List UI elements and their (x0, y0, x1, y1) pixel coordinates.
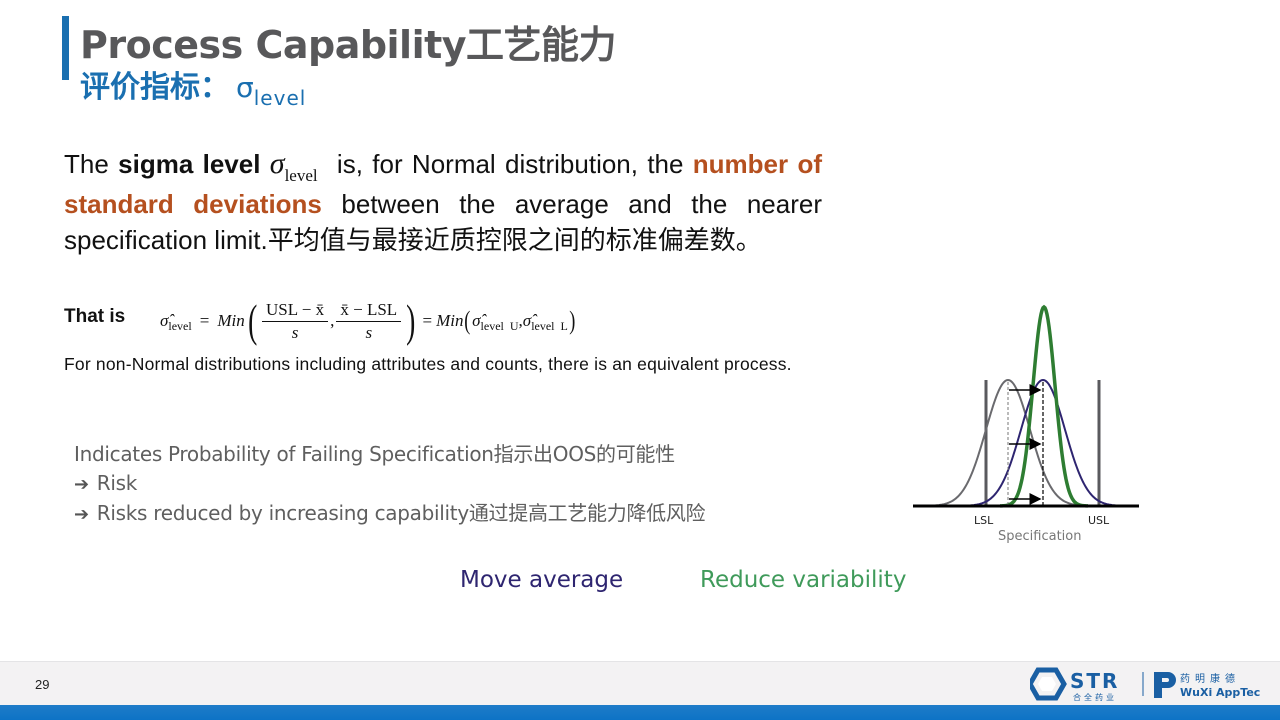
wuxi-logo-mark-icon (1154, 672, 1176, 698)
formula-term-u-sub: level U (480, 318, 519, 333)
close-paren-2: ) (569, 306, 576, 335)
formula-term-l-sub: level L (531, 318, 568, 333)
wuxi-logo-cn: 药明康德 (1180, 672, 1240, 685)
bullet-risk: ➔ Risk (74, 469, 705, 499)
open-paren-2: ( (464, 306, 471, 335)
sigma-level-term: sigma level (118, 149, 261, 179)
formula-lhs: σ̂ (160, 311, 169, 330)
title-accent-bar (62, 16, 69, 80)
sigma-subscript-inline: level (284, 166, 318, 185)
arrow-right-icon: ➔ (74, 504, 89, 525)
str-logo-subtext: 合全药业 (1073, 692, 1117, 702)
risk-bullets: Indicates Probability of Failing Specifi… (74, 440, 706, 529)
definition-text-1: The (64, 149, 119, 179)
subtitle-prefix: 评价指标： (80, 70, 230, 105)
formula-equals-2: = (422, 311, 433, 330)
formula-lhs-sub: level (168, 318, 192, 333)
formula-min-2: Min (436, 311, 464, 330)
usl-label: USL (1088, 514, 1110, 527)
comma: , (330, 311, 335, 330)
sigma-symbol: σ (236, 71, 254, 104)
close-paren: ) (406, 295, 416, 346)
page-title: Process Capability工艺能力 (80, 23, 617, 67)
capability-diagram: LSL USL Specification (913, 304, 1139, 544)
bullet-risk-reduced: ➔ Risks reduced by increasing capability通… (74, 499, 706, 529)
definition-paragraph: The sigma level σlevel is, for Normal di… (64, 146, 822, 258)
wuxi-logo-en: WuXi AppTec (1180, 686, 1260, 699)
fraction-lower: x̄ − LSL s (336, 300, 402, 343)
formula-min: Min (217, 311, 245, 330)
non-normal-note: For non-Normal distributions including a… (64, 354, 792, 374)
sigma-level-formula: σ̂ level = Min ( USL − x̄ s , x̄ − LSL s … (160, 296, 577, 346)
wuxi-apptec-logo: 药明康德 WuXi AppTec (1154, 672, 1260, 699)
open-paren: ( (247, 295, 257, 346)
formula-term-l: σ̂ (522, 311, 532, 330)
page-subtitle: 评价指标： σlevel (80, 62, 306, 110)
formula-equals: = (199, 311, 210, 330)
move-average-caption: Move average (460, 567, 624, 593)
fraction-upper: USL − x̄ s (262, 300, 329, 343)
sigma-subscript: level (253, 86, 307, 110)
bullet-risk-text: Risk (96, 471, 138, 495)
formula-term-u: σ̂ (472, 311, 481, 330)
specification-label: Specification (998, 529, 1081, 544)
str-logo: STR 合全药业 (1030, 667, 1119, 702)
bottom-accent-bar (0, 705, 1280, 720)
formula-label: That is (64, 306, 126, 327)
page-number: 29 (35, 677, 50, 692)
lsl-label: LSL (974, 514, 994, 527)
fraction-upper-numerator: USL − x̄ (262, 300, 329, 322)
arrow-right-icon: ➔ (74, 474, 89, 495)
reduced-variability-curve (1000, 304, 1088, 508)
bullet-probability: Indicates Probability of Failing Specifi… (74, 442, 675, 466)
bullet-risk-reduced-text: Risks reduced by increasing capability通过… (96, 501, 706, 525)
fraction-upper-denominator: s (291, 322, 299, 342)
fraction-lower-denominator: s (365, 322, 373, 342)
company-logos: STR 合全药业 药明康德 WuXi AppTec (1030, 667, 1260, 702)
sigma-symbol-inline: σ (269, 147, 285, 180)
reduce-variability-caption: Reduce variability (700, 567, 907, 593)
definition-text-2: is, for Normal distribution, the (327, 149, 693, 179)
str-logo-text: STR (1070, 669, 1119, 693)
fraction-lower-numerator: x̄ − LSL (336, 300, 402, 322)
